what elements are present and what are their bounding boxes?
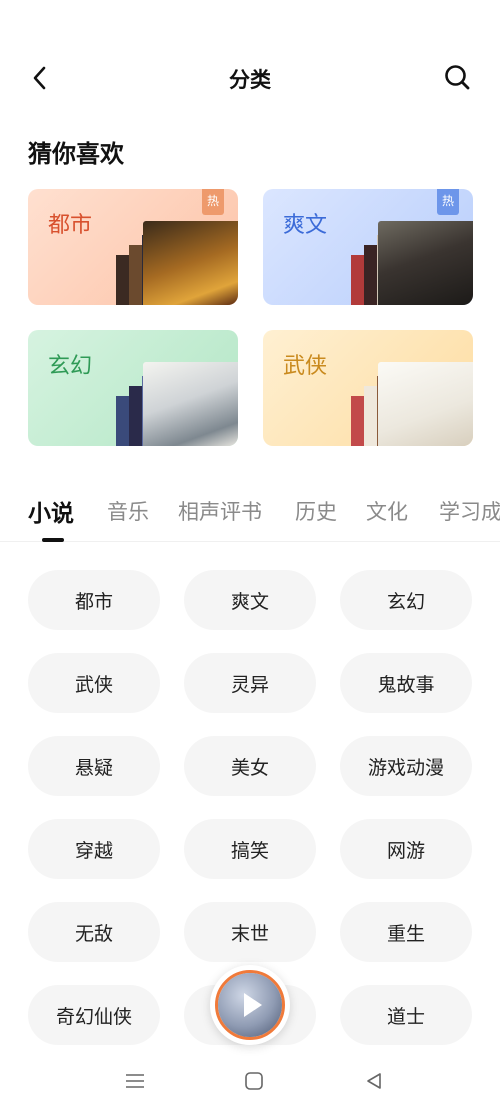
category-pill-chongsheng[interactable]: 重生 bbox=[340, 902, 472, 962]
card-shuangwen[interactable]: 爽文 热 bbox=[263, 189, 473, 305]
tab-learning[interactable]: 学习成 bbox=[439, 496, 500, 526]
category-pill-meinv[interactable]: 美女 bbox=[184, 736, 316, 796]
play-icon bbox=[243, 993, 262, 1017]
tab-novel[interactable]: 小说 bbox=[28, 494, 74, 528]
category-pill-qihuanxianxia[interactable]: 奇幻仙侠 bbox=[28, 985, 160, 1045]
category-pill-wuxia[interactable]: 武侠 bbox=[28, 653, 160, 713]
card-label: 玄幻 bbox=[48, 354, 93, 379]
category-pill-shuangwen[interactable]: 爽文 bbox=[184, 570, 316, 630]
category-pill-xuanyi[interactable]: 悬疑 bbox=[28, 736, 160, 796]
card-label: 都市 bbox=[48, 213, 93, 238]
card-label: 武侠 bbox=[283, 354, 328, 379]
tab-music[interactable]: 音乐 bbox=[107, 496, 149, 526]
section-title-guess: 猜你喜欢 bbox=[28, 140, 124, 168]
category-pill-gaoxiao[interactable]: 搞笑 bbox=[184, 819, 316, 879]
system-home-button[interactable] bbox=[241, 1068, 267, 1094]
tab-culture[interactable]: 文化 bbox=[366, 496, 408, 526]
category-pill-dushi[interactable]: 都市 bbox=[28, 570, 160, 630]
book-spine bbox=[351, 396, 365, 446]
book-cover-image bbox=[378, 221, 473, 305]
book-spine bbox=[116, 396, 130, 446]
active-tab-indicator bbox=[42, 538, 64, 542]
book-spine bbox=[129, 245, 143, 305]
category-pill-youxidongman[interactable]: 游戏动漫 bbox=[340, 736, 472, 796]
category-pill-daoshi[interactable]: 道士 bbox=[340, 985, 472, 1045]
book-cover-image bbox=[143, 362, 238, 446]
card-label: 爽文 bbox=[283, 213, 328, 238]
book-spine bbox=[364, 245, 378, 305]
tab-crosstalk[interactable]: 相声评书 bbox=[178, 496, 262, 526]
book-spine bbox=[351, 255, 365, 305]
system-menu-button[interactable] bbox=[122, 1068, 148, 1094]
category-pill-xuanhuan[interactable]: 玄幻 bbox=[340, 570, 472, 630]
hot-badge: 热 bbox=[437, 189, 459, 215]
category-tabs: 小说 音乐 相声评书 历史 文化 学习成 bbox=[0, 490, 500, 542]
home-square-icon bbox=[245, 1072, 263, 1090]
floating-player-button[interactable] bbox=[210, 965, 290, 1045]
book-spine bbox=[129, 386, 143, 446]
book-spine bbox=[364, 386, 378, 446]
system-navigation-bar bbox=[0, 1060, 500, 1100]
card-wuxia[interactable]: 武侠 bbox=[263, 330, 473, 446]
category-pill-lingyi[interactable]: 灵异 bbox=[184, 653, 316, 713]
top-header: 分类 bbox=[0, 50, 500, 106]
player-cover-ring bbox=[215, 970, 285, 1040]
hot-badge: 热 bbox=[202, 189, 224, 215]
book-cover-image bbox=[143, 221, 238, 305]
category-pill-wudi[interactable]: 无敌 bbox=[28, 902, 160, 962]
search-icon bbox=[445, 65, 470, 90]
book-cover-image bbox=[378, 362, 473, 446]
system-back-button[interactable] bbox=[361, 1068, 387, 1094]
category-pill-moshi[interactable]: 末世 bbox=[184, 902, 316, 962]
card-urban[interactable]: 都市 热 bbox=[28, 189, 238, 305]
category-pill-chuanyue[interactable]: 穿越 bbox=[28, 819, 160, 879]
category-pill-guigushi[interactable]: 鬼故事 bbox=[340, 653, 472, 713]
tab-history[interactable]: 历史 bbox=[295, 496, 337, 526]
book-spine bbox=[116, 255, 130, 305]
page-title: 分类 bbox=[229, 68, 271, 92]
back-triangle-icon bbox=[367, 1073, 381, 1089]
search-button[interactable] bbox=[440, 60, 474, 94]
category-pill-wangyou[interactable]: 网游 bbox=[340, 819, 472, 879]
card-xuanhuan[interactable]: 玄幻 bbox=[28, 330, 238, 446]
menu-icon bbox=[126, 1074, 144, 1088]
